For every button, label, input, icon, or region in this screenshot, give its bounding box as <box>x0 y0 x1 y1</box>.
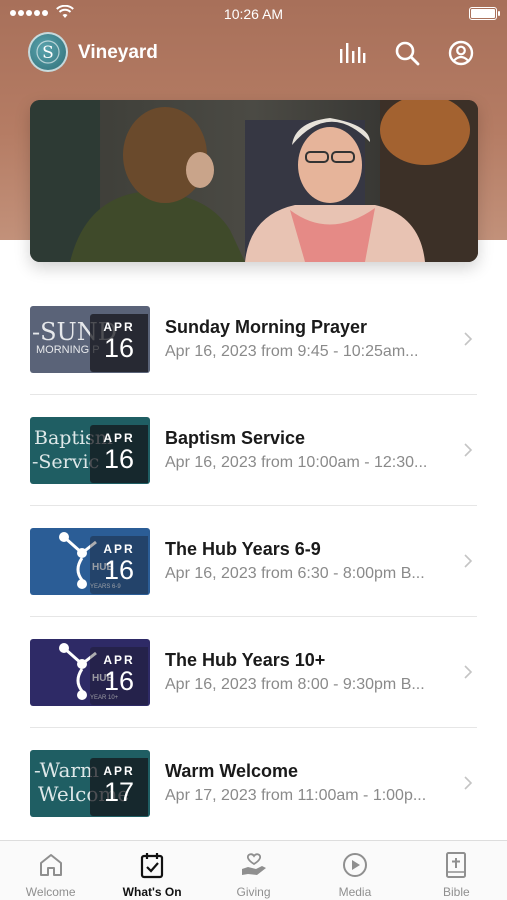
tab-media[interactable]: Media <box>304 841 405 900</box>
chevron-right-icon <box>464 554 473 568</box>
logo-icon: S <box>36 40 60 64</box>
event-subtitle: Apr 17, 2023 from 11:00am - 1:00p... <box>165 787 427 804</box>
giving-hand-icon <box>240 851 268 879</box>
event-thumbnail: -Warm Welcome APR 17 <box>30 750 150 817</box>
event-title: The Hub Years 6-9 <box>165 539 321 559</box>
app-header: S Vineyard <box>0 32 507 76</box>
home-icon <box>37 851 65 879</box>
tab-label: Giving <box>236 885 271 899</box>
event-title: The Hub Years 10+ <box>165 650 326 670</box>
tab-welcome[interactable]: Welcome <box>0 841 101 900</box>
event-subtitle: Apr 16, 2023 from 8:00 - 9:30pm B... <box>165 676 425 693</box>
tab-giving[interactable]: Giving <box>203 841 304 900</box>
event-item[interactable]: -SUND MORNING P APR 16 Sunday Morning Pr… <box>0 284 507 395</box>
date-badge: APR 16 <box>90 314 148 372</box>
hero-image[interactable] <box>30 100 478 262</box>
app-name: Vineyard <box>78 42 158 63</box>
event-thumbnail: Baptism -Servic APR 16 <box>30 417 150 484</box>
tab-label: Media <box>338 885 372 899</box>
chevron-right-icon <box>464 332 473 346</box>
event-item[interactable]: Baptism -Servic APR 16 Baptism Service A… <box>0 395 507 506</box>
chevron-right-icon <box>464 665 473 679</box>
event-thumbnail: HUB YEARS 6-9 APR 16 <box>30 528 150 595</box>
event-title: Baptism Service <box>165 428 306 448</box>
event-thumbnail: -SUND MORNING P APR 16 <box>30 306 150 373</box>
profile-icon[interactable] <box>446 38 476 68</box>
event-title: Warm Welcome <box>165 761 299 781</box>
hero-photo <box>30 100 478 262</box>
play-circle-icon <box>341 851 369 879</box>
tab-bible[interactable]: Bible <box>406 841 507 900</box>
svg-text:S: S <box>42 43 54 63</box>
event-item[interactable]: -Warm Welcome APR 17 Warm Welcome Apr 17… <box>0 728 507 839</box>
status-time: 10:26 AM <box>223 6 284 22</box>
event-subtitle: Apr 16, 2023 from 9:45 - 10:25am... <box>165 343 419 360</box>
date-badge: APR 16 <box>90 647 148 705</box>
date-badge: APR 16 <box>90 425 148 483</box>
bible-icon <box>442 851 470 879</box>
bars-icon[interactable] <box>337 38 367 68</box>
date-badge: APR 16 <box>90 536 148 594</box>
search-icon[interactable] <box>392 38 422 68</box>
event-subtitle: Apr 16, 2023 from 6:30 - 8:00pm B... <box>165 565 425 582</box>
chevron-right-icon <box>464 776 473 790</box>
tab-label: Bible <box>442 885 470 899</box>
event-title: Sunday Morning Prayer <box>165 317 368 337</box>
event-item[interactable]: HUB YEARS 6-9 APR 16 The Hub Years 6-9 A… <box>0 506 507 617</box>
event-thumbnail: HUB YEAR 10+ APR 16 <box>30 639 150 706</box>
date-badge: APR 17 <box>90 758 148 816</box>
tab-whats-on[interactable]: What's On <box>101 841 202 900</box>
church-logo[interactable]: S <box>28 32 68 72</box>
chevron-right-icon <box>464 443 473 457</box>
battery-icon <box>469 7 500 20</box>
tab-label: Welcome <box>25 885 76 899</box>
event-subtitle: Apr 16, 2023 from 10:00am - 12:30... <box>165 454 428 471</box>
event-item[interactable]: HUB YEAR 10+ APR 16 The Hub Years 10+ Ap… <box>0 617 507 728</box>
tab-label: What's On <box>122 885 182 899</box>
tab-bar: Welcome What's On Giving Media Bible <box>0 840 507 900</box>
calendar-check-icon <box>138 851 166 879</box>
status-bar: 10:26 AM <box>0 0 507 28</box>
